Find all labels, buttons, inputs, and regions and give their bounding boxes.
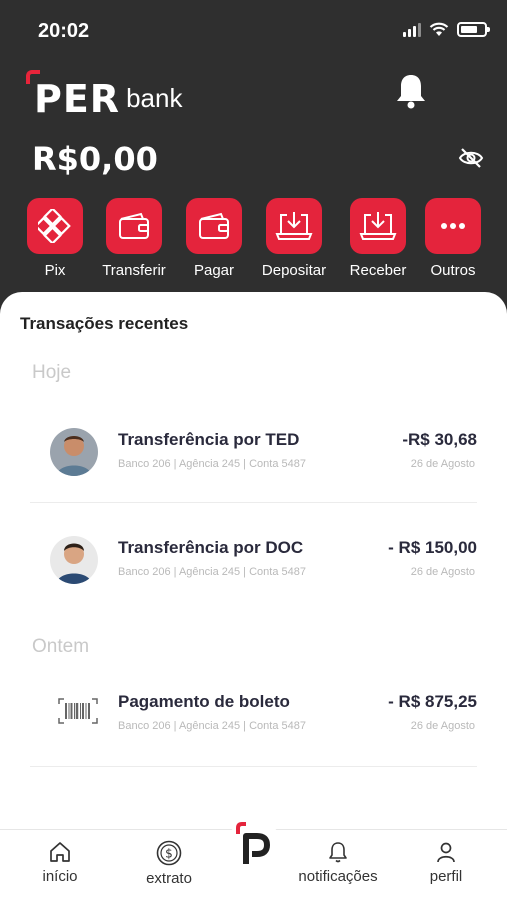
transactions-card: Transações recentes Hoje Transferência p… <box>0 292 507 832</box>
section-title: Transações recentes <box>20 314 189 333</box>
pix-icon <box>38 209 71 243</box>
action-outros[interactable]: Outros <box>408 198 498 279</box>
dollar-coin-icon: $ <box>156 840 182 866</box>
transaction-details: Banco 206 | Agência 245 | Conta 5487 <box>118 458 306 470</box>
outros-tile <box>425 198 481 254</box>
status-time: 20:02 <box>38 20 90 42</box>
logo-bank-text: bank <box>126 83 183 113</box>
center-logo-button[interactable] <box>224 820 284 880</box>
notifications-bell-icon[interactable] <box>394 72 428 110</box>
bottom-nav: início $ extrato notificações perfil <box>0 820 507 900</box>
nav-perfil[interactable]: perfil <box>396 840 496 885</box>
nav-notificacoes[interactable]: notificações <box>288 840 388 885</box>
divider <box>30 766 477 767</box>
transaction-amount: -R$ 30,68 <box>402 430 477 449</box>
transferir-tile <box>106 198 162 254</box>
group-label-yesterday: Ontem <box>32 636 90 657</box>
avatar <box>50 536 98 584</box>
action-label: Outros <box>430 262 476 279</box>
transaction-title: Transferência por TED <box>118 430 300 449</box>
transaction-details: Banco 206 | Agência 245 | Conta 5487 <box>118 720 306 732</box>
home-icon <box>50 842 70 862</box>
action-pix[interactable]: Pix <box>10 198 100 279</box>
transaction-title: Transferência por DOC <box>118 538 304 557</box>
nav-label: extrato <box>146 870 192 887</box>
per-logo-icon <box>236 822 270 864</box>
hide-balance-eye-icon[interactable] <box>458 146 484 170</box>
transaction-row[interactable]: Pagamento de boleto Banco 206 | Agência … <box>0 684 507 764</box>
action-label: Pix <box>44 262 66 279</box>
battery-icon <box>457 22 490 37</box>
transaction-details: Banco 206 | Agência 245 | Conta 5487 <box>118 566 306 578</box>
wallet-icon <box>199 212 229 239</box>
barcode-icon <box>58 698 98 724</box>
status-icons <box>403 22 490 37</box>
nav-extrato[interactable]: $ extrato <box>119 840 219 887</box>
nav-label: início <box>42 868 78 885</box>
status-bar: 20:02 <box>0 0 507 60</box>
logo-per-text: PER <box>34 77 121 121</box>
transaction-date: 26 de Agosto <box>410 720 475 732</box>
action-label: Pagar <box>193 262 235 279</box>
wallet-icon <box>119 212 149 239</box>
transaction-title: Pagamento de boleto <box>118 692 290 711</box>
balance-value: R$0,00 <box>32 140 158 178</box>
pagar-tile <box>186 198 242 254</box>
transaction-row[interactable]: Transferência por TED Banco 206 | Agênci… <box>0 422 507 502</box>
action-pagar[interactable]: Pagar <box>169 198 259 279</box>
laptop-download-icon <box>275 212 313 240</box>
action-depositar[interactable]: Depositar <box>249 198 339 279</box>
transaction-row[interactable]: Transferência por DOC Banco 206 | Agênci… <box>0 530 507 610</box>
action-label: Depositar <box>261 262 327 279</box>
per-bank-logo: PER bank <box>26 68 182 118</box>
quick-actions: Pix Transferir Pagar Depositar Receber O… <box>0 198 507 288</box>
transaction-date: 26 de Agosto <box>410 458 475 470</box>
nav-label: perfil <box>429 868 463 885</box>
user-icon <box>437 842 455 863</box>
pix-tile <box>27 198 83 254</box>
nav-label: notificações <box>298 868 378 885</box>
avatar <box>50 428 98 476</box>
more-icon <box>441 223 465 229</box>
laptop-download-icon <box>359 212 397 240</box>
logo-mark <box>26 70 40 84</box>
group-label-today: Hoje <box>32 362 72 383</box>
bell-icon <box>329 842 347 863</box>
receber-tile <box>350 198 406 254</box>
depositar-tile <box>266 198 322 254</box>
divider <box>30 502 477 503</box>
wifi-icon <box>429 22 449 36</box>
transaction-amount: - R$ 150,00 <box>388 538 477 557</box>
transaction-date: 26 de Agosto <box>410 566 475 578</box>
signal-icon <box>403 22 421 37</box>
action-label: Transferir <box>102 262 166 279</box>
svg-text:$: $ <box>165 847 173 861</box>
transaction-amount: - R$ 875,25 <box>388 692 477 711</box>
action-transferir[interactable]: Transferir <box>89 198 179 279</box>
nav-inicio[interactable]: início <box>10 840 110 885</box>
